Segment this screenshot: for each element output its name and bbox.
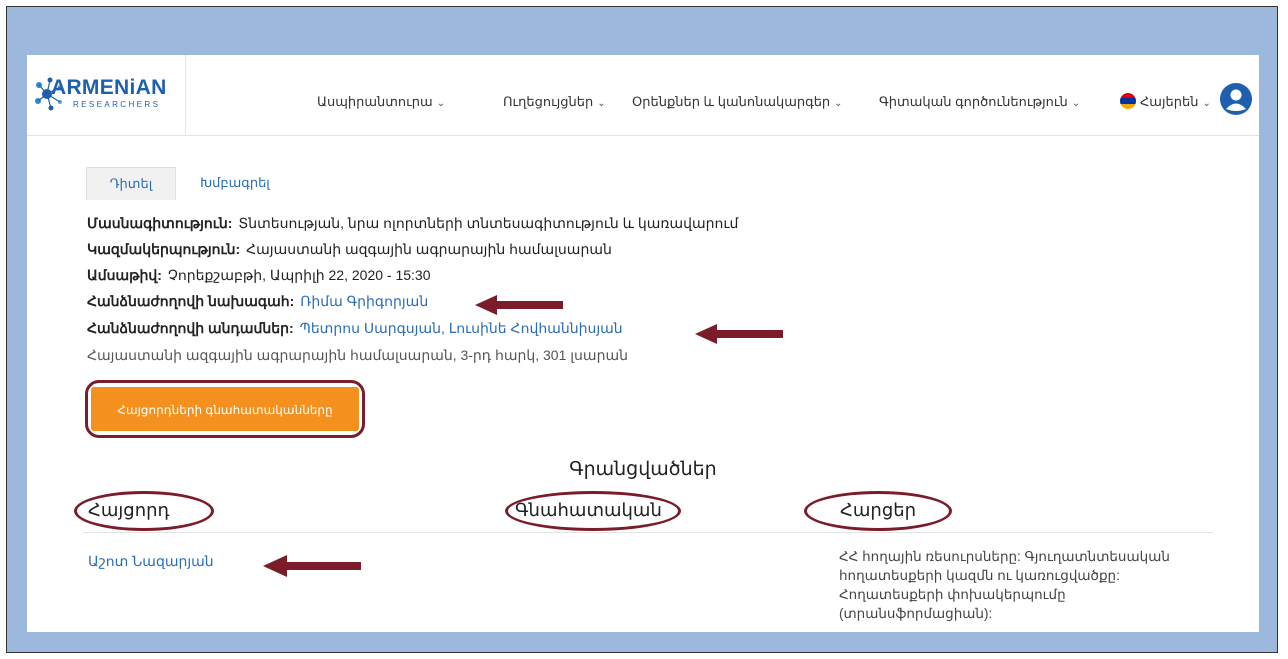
applicant-link[interactable]: Աշոտ Նազարյան <box>88 553 214 570</box>
column-header-grade: Գնահատական <box>515 500 662 520</box>
members-row: Հանձնաժողովի անդամներ: Պետրոս Սարգսյան, Լ… <box>87 320 623 337</box>
nav-item-laws[interactable]: Օրենքներ և կանոնակարգեր ⌄ <box>632 94 843 110</box>
chair-row: Հանձնաժողովի նախագահ: Ռիմա Գրիգորյան <box>87 293 428 310</box>
column-header-applicant: Հայցորդ <box>88 500 170 520</box>
chair-link[interactable]: Ռիմա Գրիգորյան <box>300 293 428 309</box>
site-header: ARMENiAN RESEARCHERS Ասպիրանտուրա ⌄ Ուղեց… <box>27 55 1259 136</box>
chevron-down-icon: ⌄ <box>1202 98 1211 109</box>
nav-item-guides[interactable]: Ուղեցույցներ ⌄ <box>503 94 606 110</box>
records-title: Գրանցվածներ <box>569 459 717 480</box>
armenian-flag-icon <box>1120 93 1136 109</box>
organization-label: Կազմակերպություն: <box>87 241 241 257</box>
chevron-down-icon: ⌄ <box>834 98 843 109</box>
members-link[interactable]: Պետրոս Սարգսյան, Լուսինե Հովհաննիսյան <box>300 320 623 336</box>
date-label: Ամսաթիվ: <box>87 267 162 283</box>
annotation-arrow-icon <box>475 295 563 315</box>
applicant-grades-button[interactable]: Հայցորդների գնահատականները <box>91 387 359 431</box>
divider <box>83 532 1213 533</box>
tab-edit[interactable]: Խմբագրել <box>187 167 283 199</box>
web-page: ARMENiAN RESEARCHERS Ասպիրանտուրա ⌄ Ուղեց… <box>27 55 1259 632</box>
date-value: Չորեքշաբթի, Ապրիլի 22, 2020 - 15:30 <box>167 267 431 283</box>
specialty-label: Մասնագիտություն: <box>87 215 233 231</box>
chevron-down-icon: ⌄ <box>597 98 606 109</box>
nav-item-research[interactable]: Գիտական գործունեություն ⌄ <box>879 94 1080 110</box>
date-row: Ամսաթիվ: Չորեքշաբթի, Ապրիլի 22, 2020 - 15… <box>87 267 431 284</box>
main-nav: Ասպիրանտուրա ⌄ Ուղեցույցներ ⌄ Օրենքներ և կ… <box>27 55 1259 135</box>
screenshot-frame: ARMENiAN RESEARCHERS Ասպիրանտուրա ⌄ Ուղեց… <box>6 6 1278 653</box>
address-text: Հայաստանի ազգային ագրարային համալսարան, … <box>87 347 628 363</box>
organization-value: Հայաստանի ազգային ագրարային համալսարան <box>246 241 612 257</box>
chevron-down-icon: ⌄ <box>1071 98 1081 109</box>
annotation-arrow-icon <box>695 324 783 344</box>
nav-item-aspirantura[interactable]: Ասպիրանտուրա ⌄ <box>317 94 445 110</box>
user-avatar-icon[interactable] <box>1219 82 1253 116</box>
chevron-down-icon: ⌄ <box>436 98 446 109</box>
tab-view[interactable]: Դիտել <box>86 167 176 200</box>
specialty-value: Տնտեսության, նրա ոլորտների տնտեսագիտությ… <box>238 215 739 231</box>
column-header-questions: Հարցեր <box>840 500 917 520</box>
annotation-arrow-icon <box>263 555 361 577</box>
specialty-row: Մասնագիտություն: Տնտեսության, նրա ոլորտնե… <box>87 215 738 232</box>
chair-label: Հանձնաժողովի նախագահ: <box>87 293 295 309</box>
members-label: Հանձնաժողովի անդամներ: <box>87 320 294 336</box>
language-selector[interactable]: Հայերեն ⌄ <box>1140 94 1211 110</box>
organization-row: Կազմակերպություն: Հայաստանի ազգային ագրար… <box>87 241 612 258</box>
questions-cell: ՀՀ հողային ռեսուրսները: Գյուղատնտեսական … <box>839 549 1170 621</box>
